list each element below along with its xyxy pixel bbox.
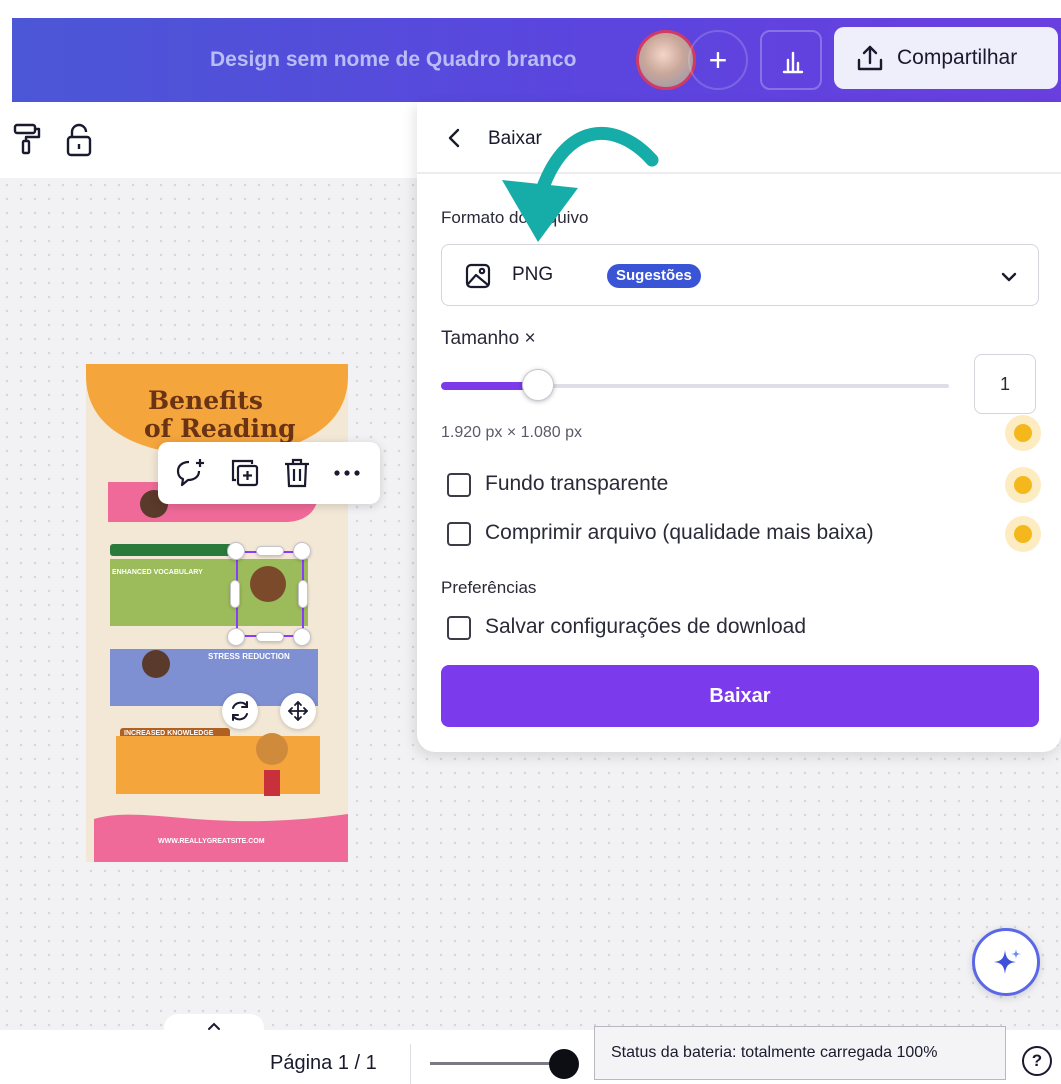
resize-handle-top-right[interactable]: [293, 542, 311, 560]
move-button[interactable]: [280, 693, 316, 729]
design-website: WWW.REALLYGREATSITE.COM: [158, 838, 265, 845]
chevron-left-icon: [448, 128, 460, 148]
save-settings-label: Salvar configurações de download: [485, 615, 807, 638]
selection-box[interactable]: [236, 551, 304, 637]
design-section-3: INCREASED KNOWLEDGE: [124, 730, 214, 737]
back-button[interactable]: [445, 124, 463, 157]
design-title-line2: of Reading: [144, 414, 296, 443]
compress-file-checkbox[interactable]: [447, 522, 471, 546]
transparent-background-checkbox[interactable]: [447, 473, 471, 497]
resize-handle-bottom-right[interactable]: [293, 628, 311, 646]
bar-chart-icon: [782, 51, 804, 74]
crown-icon: [1005, 516, 1041, 552]
suggestions-badge: Sugestões: [607, 264, 701, 288]
infographic-design[interactable]: Benefits of Reading ENHANCED VOCABULARY …: [86, 364, 348, 862]
chevron-down-icon: [1001, 272, 1017, 282]
trash-icon: [285, 458, 309, 488]
lock-button[interactable]: [64, 122, 94, 163]
image-icon: [465, 263, 491, 289]
footer-divider: [410, 1044, 411, 1084]
resize-handle-right[interactable]: [298, 580, 308, 608]
share-button-label: Compartilhar: [897, 46, 1018, 69]
user-avatar[interactable]: [636, 30, 696, 90]
add-collaborator-button[interactable]: +: [688, 30, 748, 90]
help-button[interactable]: ?: [1022, 1046, 1052, 1076]
download-button[interactable]: Baixar: [441, 665, 1039, 727]
design-title-line1: Benefits: [148, 386, 263, 415]
upload-icon: [857, 45, 883, 71]
rotate-button[interactable]: [222, 693, 258, 729]
comment-add-icon: [176, 459, 204, 487]
design-section-1: ENHANCED VOCABULARY: [112, 569, 203, 576]
pages-toggle[interactable]: [164, 1014, 264, 1036]
file-format-value: PNG: [512, 264, 554, 285]
document-title[interactable]: Design sem nome de Quadro branco: [210, 18, 576, 102]
resize-handle-bottom[interactable]: [256, 632, 284, 642]
lock-icon: [66, 123, 92, 157]
battery-status-tooltip: Status da bateria: totalmente carregada …: [594, 1026, 1006, 1080]
duplicate-button[interactable]: [228, 456, 262, 495]
resize-handle-top[interactable]: [256, 546, 284, 556]
size-label: Tamanho ×: [441, 328, 536, 349]
zoom-slider-track[interactable]: [430, 1062, 562, 1065]
resize-handle-top-left[interactable]: [227, 542, 245, 560]
size-slider[interactable]: [441, 369, 949, 401]
compress-file-label: Comprimir arquivo (qualidade mais baixa): [485, 521, 874, 544]
annotation-arrow-icon: [494, 118, 664, 253]
save-settings-checkbox[interactable]: [447, 616, 471, 640]
size-input[interactable]: 1: [974, 354, 1036, 414]
page-indicator[interactable]: Página 1 / 1: [270, 1052, 377, 1075]
comment-button[interactable]: [174, 456, 208, 495]
size-slider-thumb[interactable]: [522, 369, 554, 401]
transparent-background-label: Fundo transparente: [485, 472, 669, 495]
analytics-button[interactable]: [760, 30, 822, 90]
more-icon: [334, 470, 360, 476]
resize-handle-left[interactable]: [230, 580, 240, 608]
sparkle-icon: [994, 949, 1021, 974]
chevron-up-icon: [208, 1022, 220, 1030]
resize-handle-bottom-left[interactable]: [227, 628, 245, 646]
magic-assistant-button[interactable]: [972, 928, 1040, 996]
zoom-slider-thumb[interactable]: [549, 1049, 579, 1079]
more-options-button[interactable]: [330, 456, 364, 495]
crown-icon: [1005, 415, 1041, 451]
crown-icon: [1005, 467, 1041, 503]
paint-roller-icon: [13, 123, 41, 155]
design-section-2: STRESS REDUCTION: [208, 652, 290, 661]
duplicate-icon: [231, 459, 259, 487]
dimensions-text: 1.920 px × 1.080 px: [441, 424, 582, 441]
delete-button[interactable]: [280, 456, 314, 495]
move-icon: [288, 701, 308, 721]
preferences-label: Preferências: [441, 578, 537, 597]
copy-style-button[interactable]: [12, 122, 42, 161]
file-format-select[interactable]: PNG Sugestões: [441, 244, 1039, 306]
rotate-icon: [232, 701, 248, 721]
top-bar: Design sem nome de Quadro branco + Compa…: [12, 18, 1061, 102]
element-toolbar: [158, 442, 380, 504]
share-button[interactable]: Compartilhar: [834, 27, 1058, 89]
